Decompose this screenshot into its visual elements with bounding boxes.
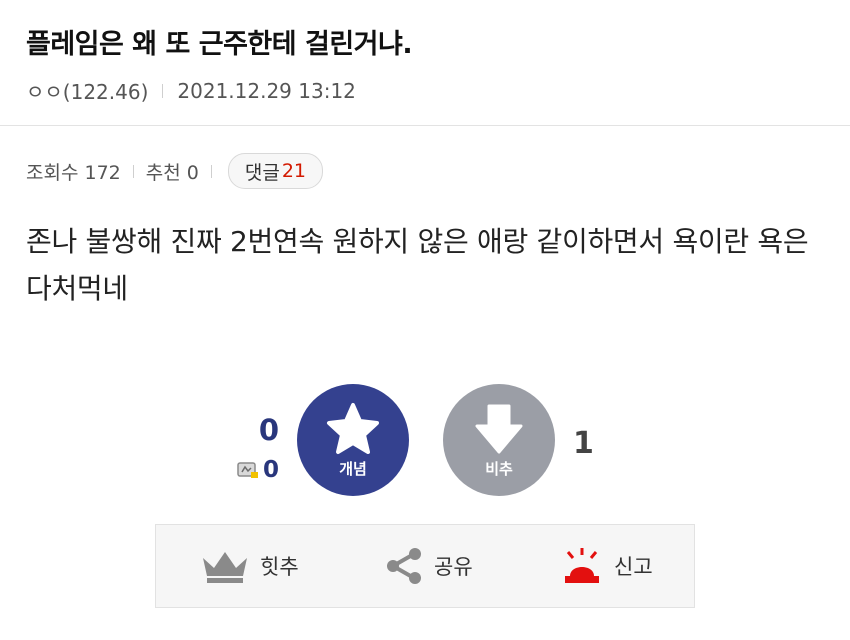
siren-icon: [565, 548, 599, 583]
share-label: 공유: [434, 555, 473, 579]
share-button[interactable]: 공유: [384, 525, 473, 607]
meta-divider: [162, 83, 164, 98]
fixed-upvote-count: 0: [262, 457, 279, 483]
star-icon: [327, 403, 379, 454]
fixed-user-icon: [237, 462, 258, 478]
recommend-count: 추천 0: [145, 161, 199, 184]
comment-count: 21: [281, 160, 306, 182]
post-stats: 조회수 172 추천 0 댓글 21: [26, 153, 323, 189]
stats-divider: [210, 164, 212, 178]
crown-icon: [203, 552, 247, 583]
post-title: 플레임은 왜 또 근주한테 걸린거냐.: [26, 29, 413, 60]
hit-label: 힛추: [260, 555, 299, 579]
stats-divider: [132, 164, 134, 178]
upvote-label: 개념: [339, 460, 367, 478]
downvote-label: 비추: [485, 460, 513, 478]
post-action-bar: 힛추 공유 신고: [155, 524, 695, 608]
report-label: 신고: [614, 555, 653, 579]
post-body: 존나 불쌍해 진짜 2번연속 원하지 않은 애랑 같이하면서 욕이란 욕은 다처…: [26, 225, 809, 305]
arrow-down-icon: [475, 404, 523, 454]
upvote-counts: 0 0: [225, 413, 283, 483]
author-name[interactable]: ㅇㅇ(122.46): [26, 76, 148, 105]
comment-button[interactable]: 댓글 21: [227, 153, 323, 189]
upvote-count: 0: [258, 413, 279, 447]
report-button[interactable]: 신고: [560, 525, 653, 607]
fixed-upvote-count-wrap: 0: [237, 457, 279, 483]
hit-recommend-button[interactable]: 힛추: [200, 525, 299, 607]
header-divider: [0, 125, 850, 126]
downvote-button[interactable]: 비추: [443, 384, 555, 496]
post-meta: ㅇㅇ(122.46) 2021.12.29 13:12: [26, 76, 356, 105]
downvote-count: 1: [573, 426, 594, 461]
upvote-button[interactable]: 개념: [297, 384, 409, 496]
post-datetime: 2021.12.29 13:12: [177, 78, 356, 103]
comment-label: 댓글: [244, 161, 280, 184]
share-icon: [387, 548, 421, 584]
view-count: 조회수 172: [26, 161, 121, 184]
